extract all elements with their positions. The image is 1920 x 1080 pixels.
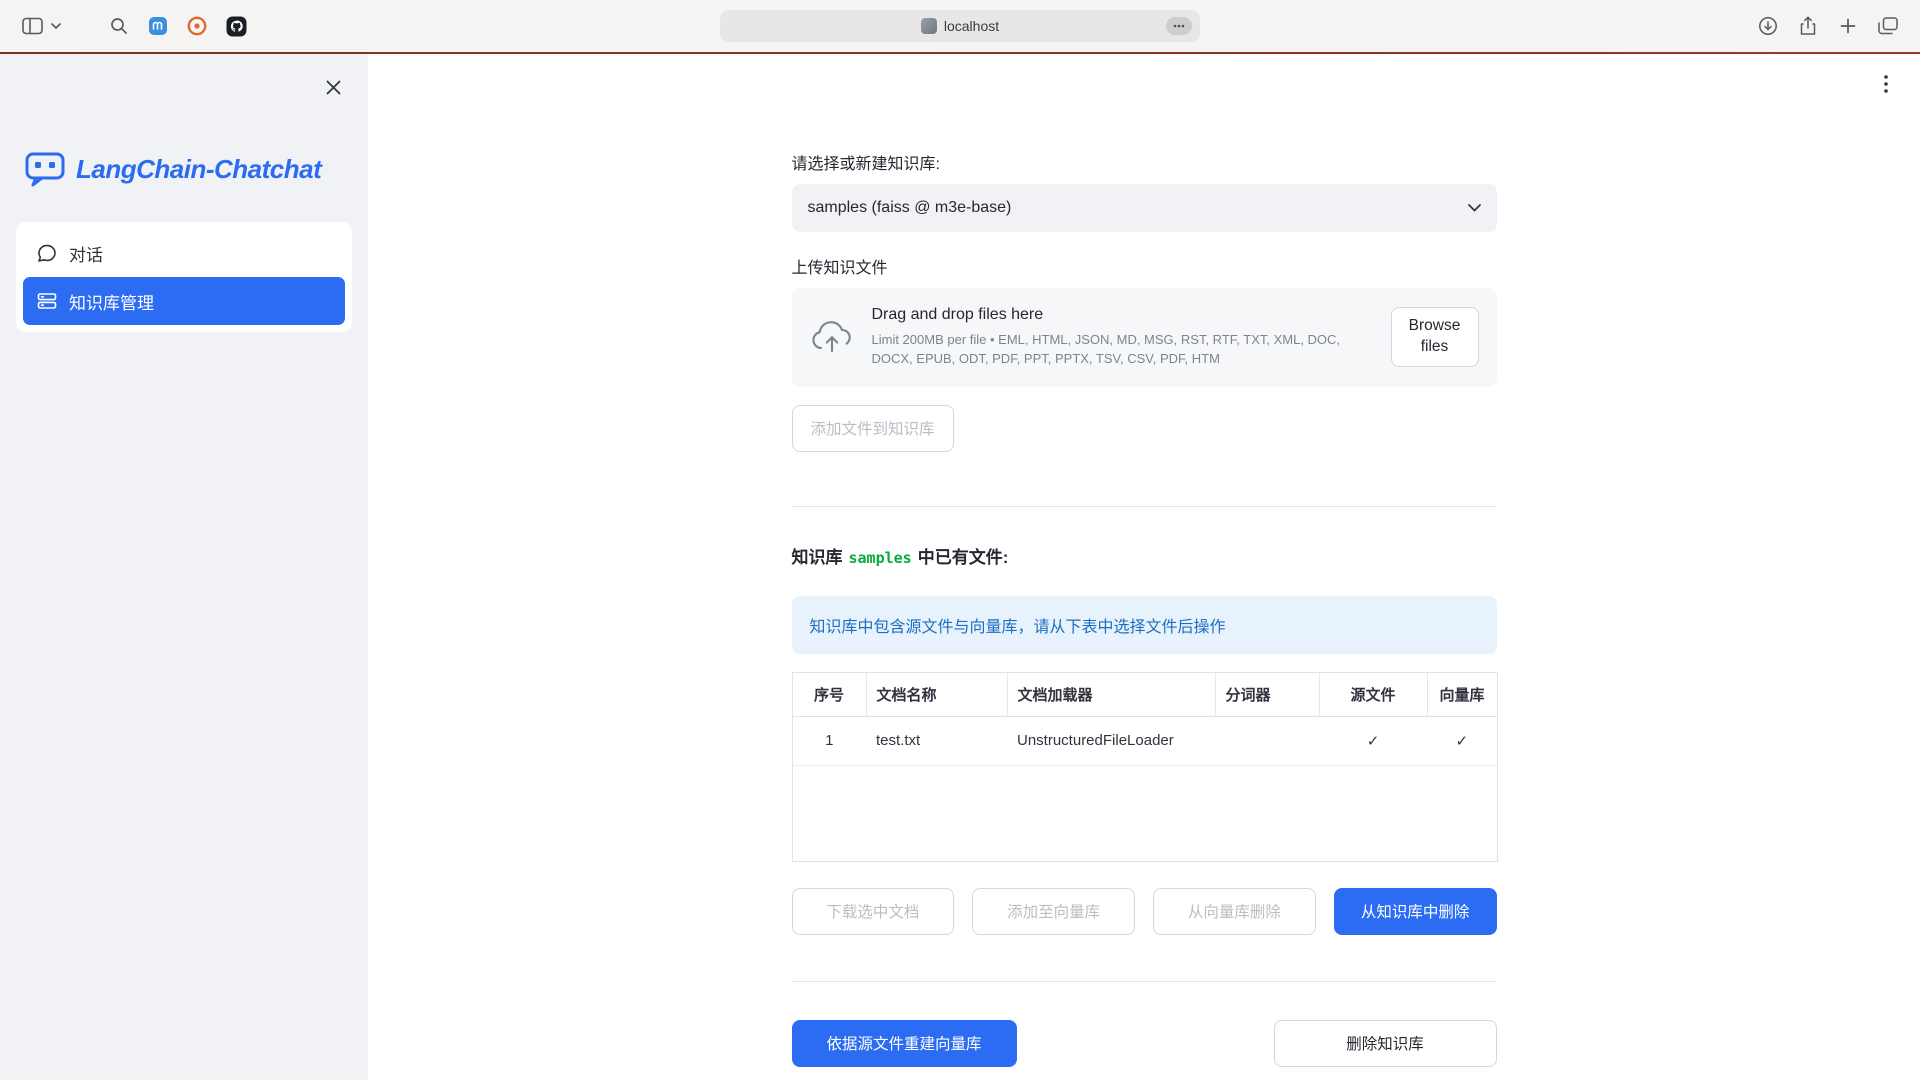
col-header-source-file[interactable]: 源文件: [1319, 672, 1427, 716]
kb-heading-prefix: 知识库: [792, 548, 843, 567]
sidebar-toggle-icon: [20, 14, 44, 38]
kb-files-heading: 知识库 samples 中已有文件:: [792, 543, 1497, 568]
cell-source-file-check: ✓: [1319, 716, 1427, 765]
cell-doc-name: test.txt: [866, 716, 1007, 765]
kb-bottom-buttons: 依据源文件重建向量库 删除知识库: [792, 1020, 1497, 1080]
upload-label: 上传知识文件: [792, 254, 1497, 278]
add-to-vector-store-button[interactable]: 添加至向量库: [972, 888, 1135, 935]
download-icon[interactable]: [1756, 14, 1780, 38]
kb-select-label: 请选择或新建知识库:: [792, 150, 1497, 174]
rebuild-vector-store-button[interactable]: 依据源文件重建向量库: [792, 1020, 1017, 1067]
table-empty-area: [792, 765, 1497, 861]
table-action-buttons: 下载选中文档 添加至向量库 从向量库删除 从知识库中删除: [792, 888, 1497, 935]
col-header-loader[interactable]: 文档加载器: [1007, 672, 1215, 716]
cell-splitter: [1215, 716, 1319, 765]
dropzone-title: Drag and drop files here: [872, 306, 1373, 324]
info-message: 知识库中包含源文件与向量库，请从下表中选择文件后操作: [792, 596, 1497, 654]
address-url: localhost: [944, 18, 999, 34]
table-header-row: 序号 文档名称 文档加载器 分词器 源文件 向量库: [792, 672, 1497, 716]
dropzone-limit-text: Limit 200MB per file • EML, HTML, JSON, …: [872, 331, 1373, 369]
col-header-doc-name[interactable]: 文档名称: [866, 672, 1007, 716]
file-uploader-dropzone[interactable]: Drag and drop files here Limit 200MB per…: [792, 288, 1497, 387]
sidebar-item-label: 知识库管理: [69, 289, 154, 314]
app-logo-text: LangChain-Chatchat: [76, 154, 321, 185]
sidebar-item-label: 对话: [69, 241, 103, 266]
knowledge-base-icon: [37, 292, 57, 310]
cell-loader: UnstructuredFileLoader: [1007, 716, 1215, 765]
sidebar-item-knowledge-base[interactable]: 知识库管理: [23, 277, 345, 325]
sidebar-close-icon[interactable]: [320, 74, 346, 100]
remove-from-vector-store-button[interactable]: 从向量库删除: [1153, 888, 1316, 935]
table-row[interactable]: 1 test.txt UnstructuredFileLoader ✓ ✓: [792, 716, 1497, 765]
cell-vector-store-check: ✓: [1427, 716, 1497, 765]
github-app-icon[interactable]: [224, 14, 248, 38]
new-tab-icon[interactable]: [1836, 14, 1860, 38]
tabs-icon[interactable]: [1876, 14, 1900, 38]
download-selected-button[interactable]: 下载选中文档: [792, 888, 955, 935]
divider: [792, 506, 1497, 507]
add-files-to-kb-button[interactable]: 添加文件到知识库: [792, 405, 954, 452]
chevron-down-icon: [50, 14, 62, 38]
ellipsis-icon[interactable]: [1166, 17, 1192, 35]
app-logo: LangChain-Chatchat: [24, 150, 368, 188]
delete-from-kb-button[interactable]: 从知识库中删除: [1334, 888, 1497, 935]
address-bar[interactable]: localhost: [720, 10, 1200, 42]
kb-select[interactable]: samples (faiss @ m3e-base): [792, 184, 1497, 232]
share-icon[interactable]: [1796, 14, 1820, 38]
main-area: 请选择或新建知识库: samples (faiss @ m3e-base) 上传…: [368, 54, 1920, 1080]
sidebar-nav: 对话 知识库管理: [16, 222, 352, 332]
sidebar: LangChain-Chatchat 对话: [0, 54, 368, 1080]
chevron-down-icon: [1468, 204, 1481, 212]
kebab-menu-icon[interactable]: [1872, 70, 1900, 98]
col-header-index[interactable]: 序号: [792, 672, 866, 716]
site-favicon: [921, 18, 937, 34]
browser-toolbar: localhost: [0, 0, 1920, 52]
kb-select-value: samples (faiss @ m3e-base): [808, 199, 1012, 217]
browse-files-button[interactable]: Browse files: [1391, 307, 1479, 367]
divider: [792, 981, 1497, 982]
chat-bubble-icon: [37, 244, 57, 263]
kb-heading-code: samples: [849, 549, 912, 567]
col-header-splitter[interactable]: 分词器: [1215, 672, 1319, 716]
sidebar-item-dialogue[interactable]: 对话: [23, 229, 345, 277]
kb-files-table: 序号 文档名称 文档加载器 分词器 源文件 向量库 1 test.txt Uns…: [792, 672, 1498, 862]
sidebar-toggle-button[interactable]: [20, 14, 62, 38]
cloud-upload-icon: [810, 320, 854, 354]
blue-app-icon[interactable]: [146, 14, 170, 38]
col-header-vector-store[interactable]: 向量库: [1427, 672, 1497, 716]
app-logo-icon: [24, 150, 66, 188]
search-icon[interactable]: [107, 14, 131, 38]
delete-kb-button[interactable]: 删除知识库: [1274, 1020, 1497, 1067]
target-app-icon[interactable]: [185, 14, 209, 38]
kb-heading-suffix: 中已有文件:: [918, 548, 1009, 567]
cell-index: 1: [792, 716, 866, 765]
